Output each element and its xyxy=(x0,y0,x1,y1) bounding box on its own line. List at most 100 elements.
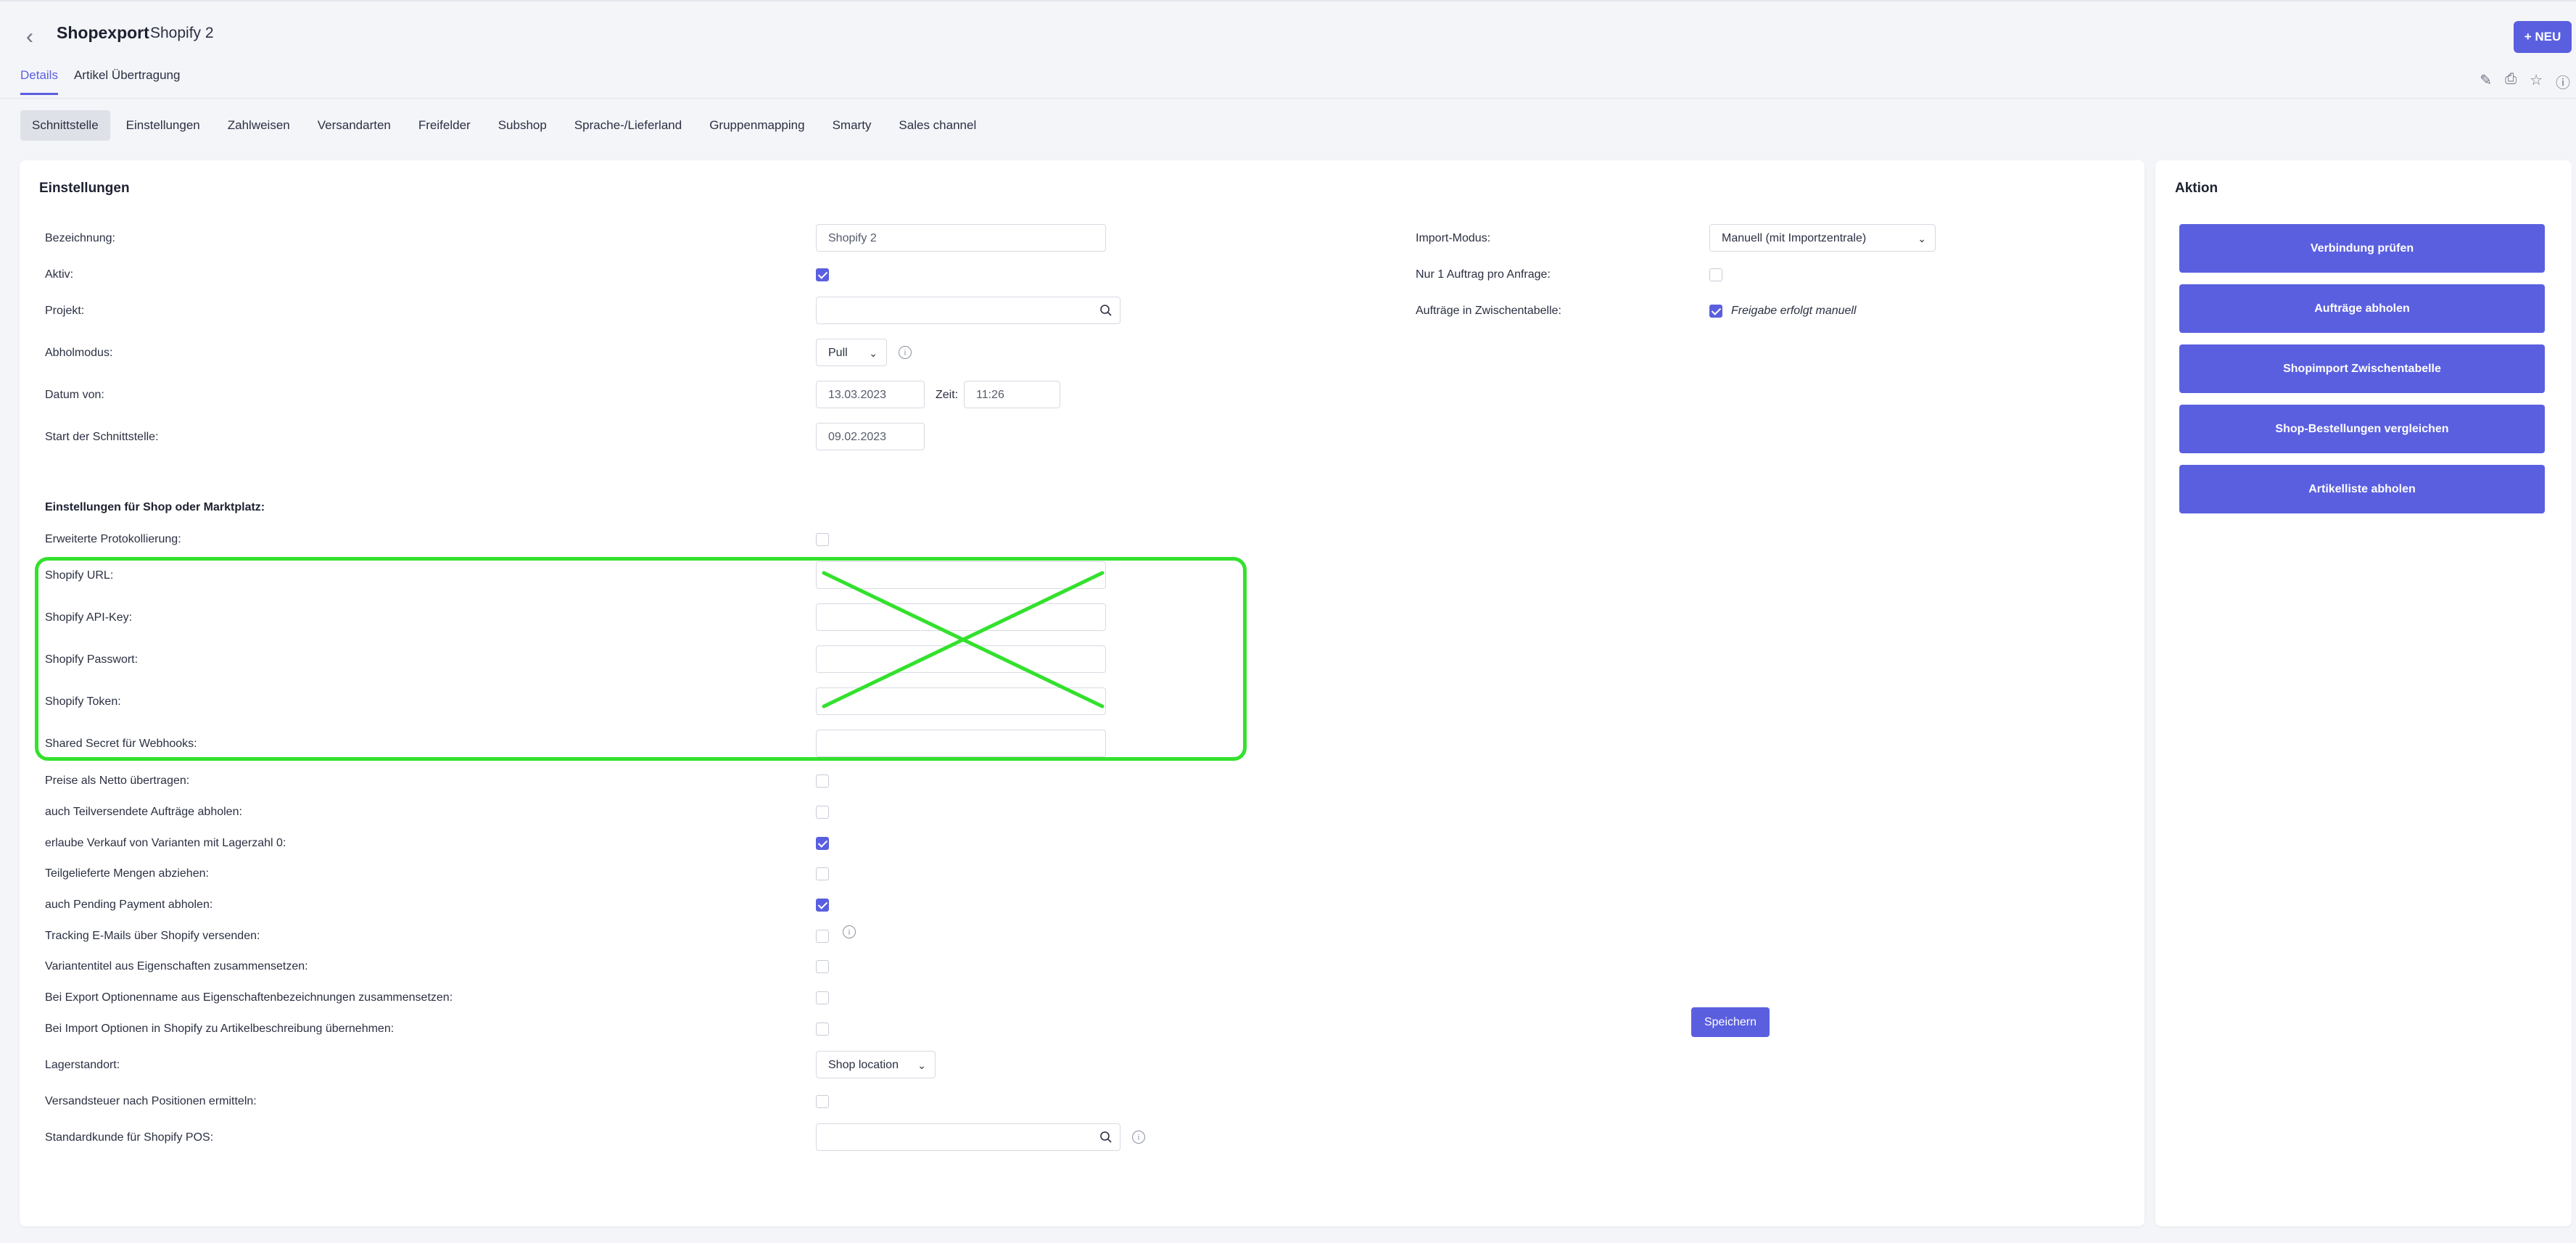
zwischentabelle-checkbox[interactable] xyxy=(1709,305,1722,318)
aktiv-label: Aktiv: xyxy=(45,268,74,281)
lagerstandort-select[interactable]: Shop location ⌄ xyxy=(816,1051,936,1078)
header-divider xyxy=(0,98,2576,99)
netto-checkbox[interactable] xyxy=(816,775,829,788)
import-optionen-label: Bei Import Optionen in Shopify zu Artike… xyxy=(45,1023,395,1035)
zwischentabelle-label: Aufträge in Zwischentabelle: xyxy=(1416,305,1561,317)
subtab-freifelder[interactable]: Freifelder xyxy=(407,110,482,141)
settings-title: Einstellungen xyxy=(39,181,130,196)
chevron-down-icon: ⌄ xyxy=(917,1060,926,1071)
pending-checkbox[interactable] xyxy=(816,899,829,912)
import-optionen-checkbox[interactable] xyxy=(816,1023,829,1036)
page-title: Shopexport xyxy=(57,23,149,42)
pending-label: auch Pending Payment abholen: xyxy=(45,899,213,911)
shopify-url-input[interactable] xyxy=(816,561,1106,589)
subtab-gruppenmapping[interactable]: Gruppenmapping xyxy=(698,110,816,141)
auftraege-abholen-button[interactable]: Aufträge abholen xyxy=(2179,284,2545,333)
shared-secret-label: Shared Secret für Webhooks: xyxy=(45,738,197,750)
varianten-checkbox[interactable] xyxy=(816,837,829,850)
nur1-label: Nur 1 Auftrag pro Anfrage: xyxy=(1416,268,1551,281)
export-optionen-checkbox[interactable] xyxy=(816,991,829,1004)
shopify-url-label: Shopify URL: xyxy=(45,569,114,582)
artikelliste-abholen-button[interactable]: Artikelliste abholen xyxy=(2179,465,2545,513)
top-header: ‹ Shopexport Shopify 2 + NEU Details Art… xyxy=(0,0,2576,161)
help-icon[interactable]: ⓘ xyxy=(2556,71,2570,92)
start-label: Start der Schnittstelle: xyxy=(45,431,159,443)
datum-input[interactable]: 13.03.2023 xyxy=(816,381,925,408)
bezeichnung-label: Bezeichnung: xyxy=(45,232,115,244)
tracking-label: Tracking E-Mails über Shopify versenden: xyxy=(45,930,260,942)
chevron-down-icon: ⌄ xyxy=(869,347,878,359)
new-button[interactable]: + NEU xyxy=(2514,21,2572,53)
export-optionen-label: Bei Export Optionenname aus Eigenschafte… xyxy=(45,991,453,1004)
datum-label: Datum von: xyxy=(45,389,104,401)
import-modus-select[interactable]: Manuell (mit Importzentrale) ⌄ xyxy=(1709,224,1936,252)
search-icon[interactable] xyxy=(1099,1131,1112,1144)
teilversendete-label: auch Teilversendete Aufträge abholen: xyxy=(45,806,242,818)
aktion-card: Aktion Verbindung prüfen Aufträge abhole… xyxy=(2155,160,2572,1226)
bezeichnung-input[interactable]: Shopify 2 xyxy=(816,224,1106,252)
shopify-apikey-label: Shopify API-Key: xyxy=(45,611,133,624)
start-input[interactable]: 09.02.2023 xyxy=(816,423,925,450)
zeit-label: Zeit: xyxy=(936,389,959,401)
pos-kunde-label: Standardkunde für Shopify POS: xyxy=(45,1131,214,1144)
projekt-input[interactable] xyxy=(816,297,1120,324)
print-icon[interactable]: ⎙ xyxy=(2505,71,2517,92)
tracking-checkbox[interactable] xyxy=(816,930,829,943)
settings-card: Einstellungen Bezeichnung: Shopify 2 Akt… xyxy=(20,160,2144,1226)
toolbar-icons: ✎ ⎙ ☆ ⓘ xyxy=(2480,71,2570,92)
aktiv-checkbox[interactable] xyxy=(816,268,829,281)
star-icon[interactable]: ☆ xyxy=(2530,71,2543,92)
page-subtitle: Shopify 2 xyxy=(150,25,214,41)
verbindung-pruefen-button[interactable]: Verbindung prüfen xyxy=(2179,224,2545,273)
shopimport-zwischentabelle-button[interactable]: Shopimport Zwischentabelle xyxy=(2179,344,2545,393)
save-button[interactable]: Speichern xyxy=(1691,1007,1770,1037)
erweiterte-label: Erweiterte Protokollierung: xyxy=(45,533,181,545)
zeit-input[interactable]: 11:26 xyxy=(964,381,1060,408)
teilgelieferte-checkbox[interactable] xyxy=(816,867,829,880)
info-icon[interactable]: i xyxy=(899,346,912,359)
subtab-smarty[interactable]: Smarty xyxy=(821,110,883,141)
subtab-zahlweisen[interactable]: Zahlweisen xyxy=(216,110,302,141)
back-arrow-icon[interactable]: ‹ xyxy=(26,26,48,48)
import-modus-label: Import-Modus: xyxy=(1416,232,1491,244)
abholmodus-value: Pull xyxy=(828,347,848,359)
pos-kunde-input[interactable] xyxy=(816,1123,1120,1151)
erweiterte-checkbox[interactable] xyxy=(816,533,829,546)
varianten-label: erlaube Verkauf von Varianten mit Lagerz… xyxy=(45,837,286,849)
teilgelieferte-label: Teilgelieferte Mengen abziehen: xyxy=(45,867,209,880)
subtab-schnittstelle[interactable]: Schnittstelle xyxy=(20,110,110,141)
shopify-token-label: Shopify Token: xyxy=(45,695,121,708)
projekt-label: Projekt: xyxy=(45,305,85,317)
shopify-passwort-input[interactable] xyxy=(816,645,1106,673)
subtab-einstellungen[interactable]: Einstellungen xyxy=(115,110,212,141)
tab-details[interactable]: Details xyxy=(20,68,58,95)
versandsteuer-label: Versandsteuer nach Positionen ermitteln: xyxy=(45,1095,257,1107)
info-icon[interactable]: i xyxy=(843,925,856,938)
subtab-sales-channel[interactable]: Sales channel xyxy=(887,110,988,141)
lagerstandort-value: Shop location xyxy=(828,1059,899,1071)
shopify-apikey-input[interactable] xyxy=(816,603,1106,631)
chevron-down-icon: ⌄ xyxy=(1917,233,1926,244)
teilversendete-checkbox[interactable] xyxy=(816,806,829,819)
netto-label: Preise als Netto übertragen: xyxy=(45,775,190,787)
variantentitel-checkbox[interactable] xyxy=(816,960,829,973)
edit-icon[interactable]: ✎ xyxy=(2480,71,2492,92)
shop-bestellungen-vergleichen-button[interactable]: Shop-Bestellungen vergleichen xyxy=(2179,405,2545,453)
shared-secret-input[interactable] xyxy=(816,730,1106,757)
versandsteuer-checkbox[interactable] xyxy=(816,1095,829,1108)
shopify-token-input[interactable] xyxy=(816,687,1106,715)
lagerstandort-label: Lagerstandort: xyxy=(45,1059,120,1071)
nur1-checkbox[interactable] xyxy=(1709,268,1722,281)
tab-artikel-uebertragung[interactable]: Artikel Übertragung xyxy=(74,68,180,95)
subtabs: Schnittstelle Einstellungen Zahlweisen V… xyxy=(20,110,988,141)
zwischentabelle-note: Freigabe erfolgt manuell xyxy=(1731,305,1857,317)
subtab-subshop[interactable]: Subshop xyxy=(487,110,558,141)
search-icon[interactable] xyxy=(1099,304,1112,317)
subtab-sprache-lieferland[interactable]: Sprache-/Lieferland xyxy=(563,110,693,141)
main-tabs: Details Artikel Übertragung xyxy=(20,68,180,95)
abholmodus-label: Abholmodus: xyxy=(45,347,113,359)
abholmodus-select[interactable]: Pull ⌄ xyxy=(816,339,887,366)
info-icon[interactable]: i xyxy=(1132,1131,1145,1144)
subtab-versandarten[interactable]: Versandarten xyxy=(306,110,402,141)
aktion-title: Aktion xyxy=(2175,181,2218,196)
